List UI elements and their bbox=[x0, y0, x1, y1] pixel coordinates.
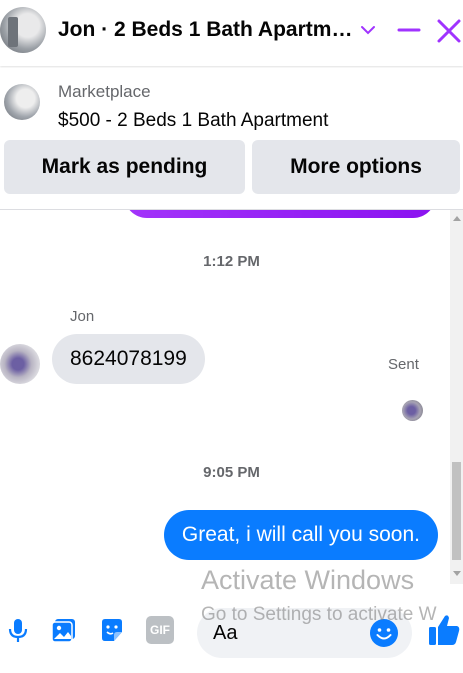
close-icon[interactable] bbox=[436, 18, 462, 44]
listing-source: Marketplace bbox=[58, 82, 151, 101]
photo-icon[interactable] bbox=[50, 616, 78, 644]
message-status: Sent bbox=[388, 356, 419, 373]
sticker-icon[interactable] bbox=[98, 616, 126, 644]
message-list[interactable]: 1:12 PM Jon 8624078199 9:05 PM Great, i … bbox=[0, 210, 463, 590]
scroll-up-arrow[interactable] bbox=[453, 216, 461, 221]
minimize-icon[interactable] bbox=[397, 18, 421, 42]
timestamp: 9:05 PM bbox=[203, 464, 260, 481]
outgoing-message-bubble[interactable]: Great, i will call you soon. bbox=[163, 510, 438, 560]
message-composer: GIF bbox=[0, 590, 463, 673]
timestamp: 1:12 PM bbox=[203, 253, 260, 270]
listing-thumbnail[interactable] bbox=[4, 84, 40, 120]
more-options-button[interactable]: More options bbox=[252, 140, 460, 194]
scrollbar-thumb[interactable] bbox=[452, 462, 461, 560]
windows-activation-hint: Go to Settings to activate W bbox=[201, 604, 437, 625]
incoming-message-bubble[interactable]: 8624078199 bbox=[52, 334, 205, 384]
mark-as-pending-button[interactable]: Mark as pending bbox=[4, 140, 245, 194]
seen-indicator-avatar bbox=[402, 400, 423, 421]
gif-icon[interactable]: GIF bbox=[146, 616, 174, 644]
chat-header: Jon · 2 Beds 1 Bath Apartm… bbox=[0, 0, 463, 66]
sender-avatar[interactable] bbox=[0, 344, 40, 384]
chevron-down-icon[interactable] bbox=[358, 20, 378, 40]
chat-title[interactable]: Jon · 2 Beds 1 Bath Apartm… bbox=[58, 18, 354, 42]
previous-message-bubble bbox=[124, 210, 436, 218]
scroll-down-arrow[interactable] bbox=[453, 571, 461, 576]
listing-title[interactable]: $500 - 2 Beds 1 Bath Apartment bbox=[58, 110, 328, 132]
sender-name: Jon bbox=[70, 308, 95, 325]
windows-activation-watermark: Activate Windows bbox=[201, 565, 415, 595]
microphone-icon[interactable] bbox=[4, 616, 32, 644]
gif-label: GIF bbox=[150, 623, 170, 637]
contact-avatar[interactable] bbox=[0, 7, 46, 53]
marketplace-listing: Marketplace $500 - 2 Beds 1 Bath Apartme… bbox=[0, 68, 463, 210]
